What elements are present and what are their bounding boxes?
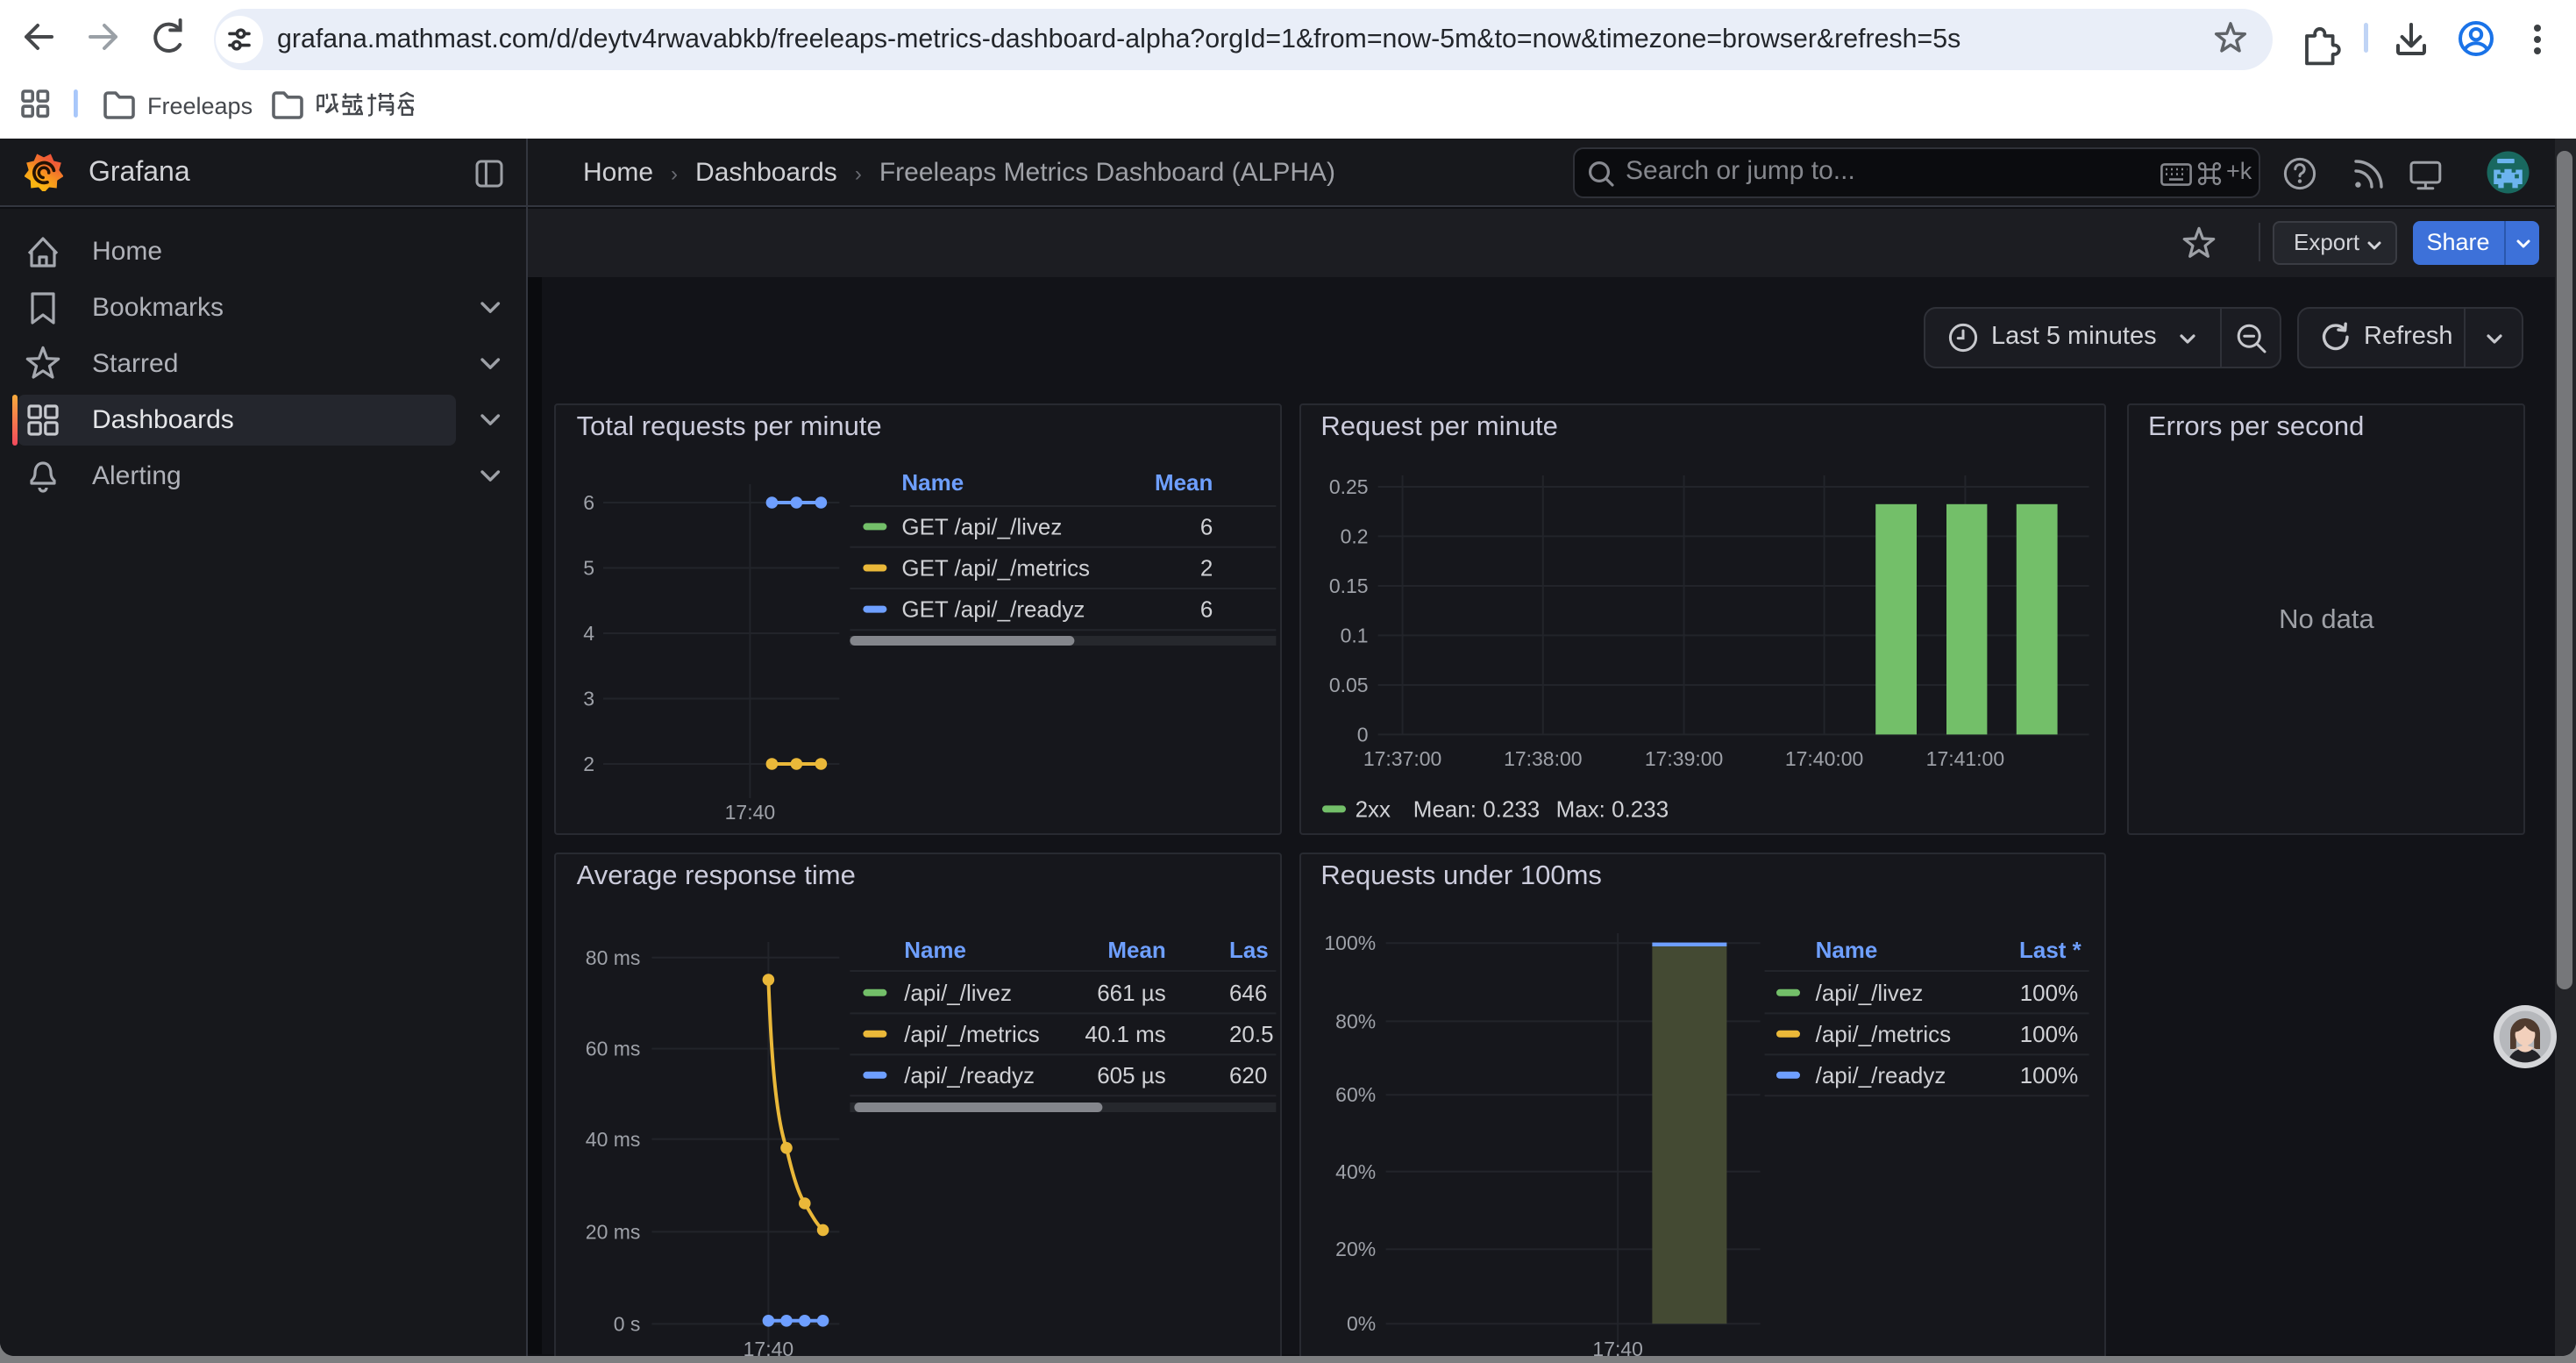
svg-text:17:41:00: 17:41:00	[1925, 748, 2003, 771]
svg-text:100%: 100%	[2019, 981, 2077, 1007]
svg-text:100%: 100%	[1324, 932, 1376, 955]
svg-text:No data: No data	[2278, 604, 2373, 635]
svg-text:Max: 0.233: Max: 0.233	[1555, 796, 1669, 823]
svg-text:661 µs: 661 µs	[1098, 981, 1167, 1007]
svg-text:0 s: 0 s	[614, 1313, 641, 1336]
svg-text:/api/_/livez: /api/_/livez	[1815, 981, 1923, 1007]
svg-text:0.05: 0.05	[1328, 674, 1368, 697]
svg-text:80%: 80%	[1335, 1010, 1376, 1033]
svg-text:620: 620	[1230, 1063, 1268, 1089]
svg-text:80 ms: 80 ms	[586, 947, 641, 970]
svg-text:/api/_/readyz: /api/_/readyz	[1815, 1063, 1946, 1089]
svg-text:17:40: 17:40	[744, 1338, 794, 1355]
svg-text:605 µs: 605 µs	[1098, 1063, 1167, 1089]
svg-text:20%: 20%	[1335, 1238, 1376, 1261]
svg-text:0%: 0%	[1346, 1313, 1375, 1336]
svg-text:GET /api/_/readyz: GET /api/_/readyz	[902, 597, 1085, 624]
svg-text:40 ms: 40 ms	[586, 1129, 641, 1152]
svg-text:GET /api/_/metrics: GET /api/_/metrics	[902, 555, 1091, 582]
svg-text:17:38:00: 17:38:00	[1503, 748, 1581, 771]
svg-text:/api/_/livez: /api/_/livez	[905, 981, 1013, 1007]
svg-text:Mean: Mean	[1156, 470, 1213, 496]
svg-text:/api/_/metrics: /api/_/metrics	[905, 1022, 1041, 1048]
svg-text:17:37:00: 17:37:00	[1363, 748, 1441, 771]
svg-text:100%: 100%	[2019, 1022, 2077, 1048]
svg-text:17:40: 17:40	[1592, 1338, 1643, 1355]
svg-text:40.1 ms: 40.1 ms	[1085, 1022, 1166, 1048]
svg-text:6: 6	[1201, 597, 1213, 624]
svg-text:100%: 100%	[2019, 1063, 2077, 1089]
svg-text:0.2: 0.2	[1340, 525, 1368, 548]
svg-text:2: 2	[584, 753, 595, 776]
svg-text:Name: Name	[905, 938, 967, 964]
svg-text:17:40: 17:40	[725, 802, 776, 824]
svg-text:Name: Name	[902, 470, 964, 496]
svg-text:0: 0	[1356, 724, 1368, 746]
svg-text:/api/_/metrics: /api/_/metrics	[1815, 1022, 1951, 1048]
svg-text:17:39:00: 17:39:00	[1644, 748, 1722, 771]
svg-text:40%: 40%	[1335, 1161, 1376, 1184]
svg-text:60 ms: 60 ms	[586, 1038, 641, 1061]
svg-text:2xx: 2xx	[1355, 796, 1390, 823]
svg-text:0.15: 0.15	[1328, 575, 1368, 598]
svg-text:20.5 r: 20.5 r	[1230, 1022, 1280, 1048]
svg-text:4: 4	[584, 623, 595, 646]
svg-text:20 ms: 20 ms	[586, 1221, 641, 1244]
svg-text:646: 646	[1230, 981, 1268, 1007]
svg-text:Las: Las	[1230, 938, 1270, 964]
svg-text:Mean: Mean	[1108, 938, 1166, 964]
svg-text:Mean: 0.233: Mean: 0.233	[1413, 796, 1539, 823]
svg-text:6: 6	[584, 492, 595, 515]
svg-text:5: 5	[584, 557, 595, 580]
svg-text:2: 2	[1201, 555, 1213, 582]
svg-text:0.1: 0.1	[1340, 624, 1368, 647]
svg-text:60%: 60%	[1335, 1084, 1376, 1107]
svg-text:Name: Name	[1815, 938, 1877, 964]
svg-text:17:40:00: 17:40:00	[1784, 748, 1862, 771]
svg-text:Last *: Last *	[2018, 938, 2081, 964]
svg-text:0.25: 0.25	[1328, 476, 1368, 499]
svg-text:GET /api/_/livez: GET /api/_/livez	[902, 514, 1063, 540]
svg-text:/api/_/readyz: /api/_/readyz	[905, 1063, 1035, 1089]
svg-text:6: 6	[1201, 514, 1213, 540]
svg-text:3: 3	[584, 688, 595, 710]
